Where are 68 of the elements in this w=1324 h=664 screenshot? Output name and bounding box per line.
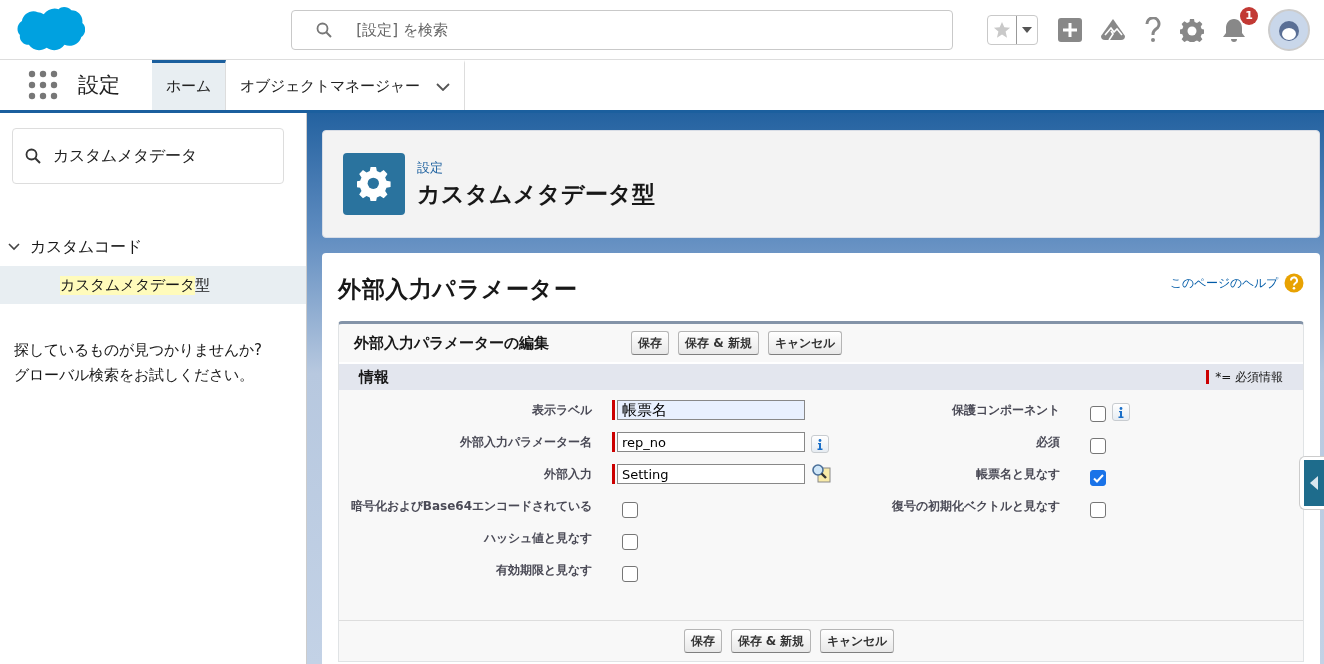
section-title: 情報 — [359, 367, 389, 387]
page-title: カスタムメタデータ型 — [417, 179, 655, 209]
input-field[interactable]: 帳票名 — [617, 400, 805, 420]
app-launcher-icon[interactable] — [28, 70, 58, 100]
star-icon — [993, 20, 1011, 39]
checkbox[interactable] — [1090, 438, 1106, 454]
nav-tab[interactable]: ホーム — [152, 60, 226, 110]
save-and-new-button[interactable]: 保存 & 新規 — [678, 331, 759, 355]
tree-node[interactable]: カスタムコード — [0, 228, 306, 266]
favorites-button[interactable] — [987, 14, 1038, 45]
input-field[interactable]: rep_no — [617, 432, 805, 452]
required-legend: *= 必須情報 — [1215, 368, 1283, 386]
lookup-magnifier-icon[interactable] — [811, 463, 831, 483]
help-link[interactable]: このページのヘルプ — [1170, 275, 1278, 291]
chevron-down-icon[interactable] — [436, 82, 450, 91]
field-label: 保護コンポーネント — [951, 402, 1060, 419]
tree-item[interactable]: カスタムメタデータ型 — [0, 266, 306, 304]
field-label: 復号の初期化ベクトルと見なす — [891, 498, 1060, 515]
add-button[interactable] — [1058, 17, 1082, 42]
triangle-left-icon — [1310, 476, 1318, 490]
field-label: 表示ラベル — [531, 402, 592, 419]
field-label: 暗号化およびBase64エンコードされている — [349, 498, 592, 515]
breadcrumb[interactable]: 設定 — [417, 158, 655, 177]
info-icon[interactable] — [811, 435, 829, 453]
settings-icon — [1180, 17, 1204, 42]
chevron-down-icon[interactable] — [8, 243, 20, 251]
avatar[interactable] — [1268, 8, 1310, 51]
checkbox[interactable] — [1090, 406, 1106, 422]
save-button[interactable]: 保存 — [683, 629, 722, 653]
notification-count: 1 — [1240, 6, 1258, 25]
save-and-new-button[interactable]: 保存 & 新規 — [730, 629, 812, 653]
field-label: 有効期限と見なす — [495, 562, 592, 579]
form-title: 外部入力パラメーターの編集 — [354, 333, 550, 353]
input-field[interactable]: Setting — [617, 464, 805, 484]
help-text: 探しているものが見つかりませんか? グローバル検索をお試しください。 — [14, 340, 263, 386]
save-button[interactable]: 保存 — [631, 331, 669, 355]
checkbox[interactable] — [1090, 470, 1106, 486]
field-label: 外部入力 — [543, 466, 592, 483]
required-marker — [1206, 370, 1210, 384]
field-label: 帳票名と見なす — [975, 466, 1060, 483]
checkbox[interactable] — [622, 502, 638, 518]
field-label: 外部入力パラメーター名 — [459, 434, 592, 451]
nav-tab[interactable]: オブジェクトマネージャー — [226, 60, 465, 110]
cancel-button[interactable]: キャンセル — [767, 331, 842, 355]
record-title: 外部入力パラメーター — [338, 274, 577, 304]
field-label: ハッシュ値と見なす — [482, 530, 592, 547]
quick-find-field[interactable]: カスタムメタデータ — [12, 128, 284, 184]
trailhead-button[interactable] — [1100, 17, 1126, 42]
info-icon[interactable] — [1112, 403, 1130, 421]
checkbox[interactable] — [1090, 502, 1106, 518]
notifications-bell-icon[interactable] — [1222, 16, 1246, 43]
cancel-button[interactable]: キャンセル — [820, 629, 895, 653]
mountain-icon — [1100, 17, 1126, 42]
setup-gear-icon — [343, 153, 405, 215]
checkbox[interactable] — [622, 566, 638, 582]
help-button[interactable] — [1144, 16, 1162, 43]
help-icon — [1144, 16, 1162, 43]
search-field[interactable]: [設定] を検索 — [291, 9, 953, 50]
search-icon — [316, 21, 333, 38]
field-label: 必須 — [1035, 434, 1060, 451]
search-input[interactable]: [設定] を検索 — [354, 19, 919, 40]
settings-button[interactable] — [1180, 17, 1204, 42]
search-icon — [25, 148, 41, 164]
checkbox[interactable] — [622, 534, 638, 550]
caret-down-icon — [1022, 26, 1032, 33]
app-name: 設定 — [78, 72, 120, 99]
panel-toggle-button[interactable] — [1299, 456, 1324, 510]
plus-icon — [1058, 17, 1082, 42]
